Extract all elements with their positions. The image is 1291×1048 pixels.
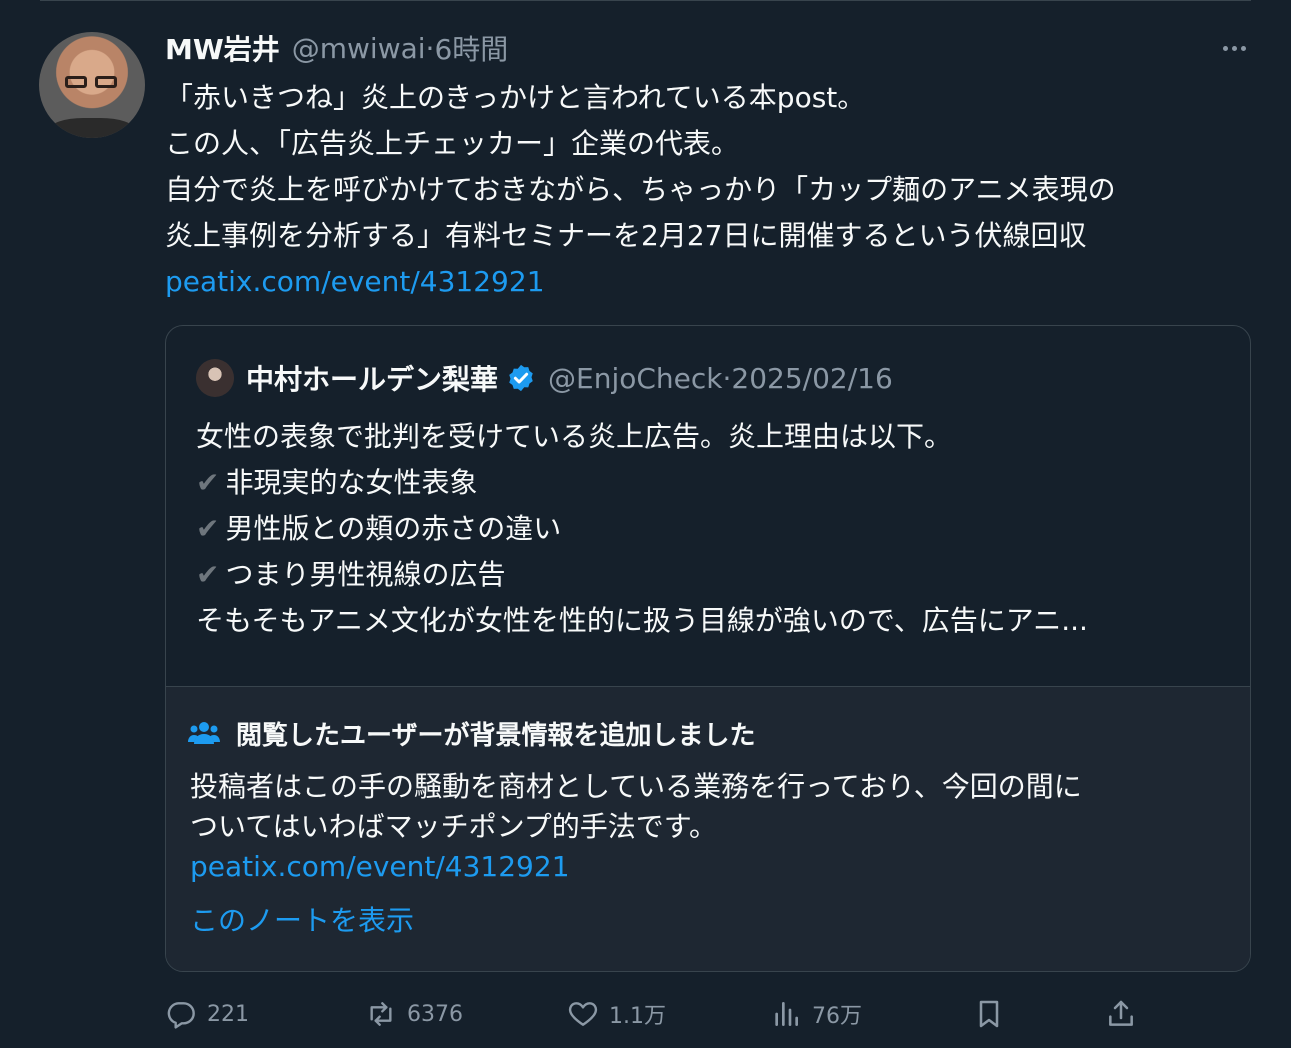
note-title-text: 閲覧したユーザーが背景情報を追加しました bbox=[236, 720, 756, 751]
quote-author-handle[interactable]: @EnjoCheck bbox=[548, 362, 722, 395]
bullet-text: 男性版との頬の赤さの違い bbox=[225, 512, 562, 545]
repost-icon bbox=[370, 1002, 392, 1026]
check-mark-icon: ✔ bbox=[196, 466, 220, 499]
quote-header: 中村ホールデン梨華 @EnjoCheck · 2025/02/16 bbox=[196, 358, 893, 398]
divider bbox=[40, 0, 1251, 1]
glasses-decoration bbox=[65, 76, 121, 88]
note-link[interactable]: peatix.com/event/4312921 bbox=[190, 847, 1230, 887]
more-options-icon[interactable] bbox=[1214, 34, 1254, 62]
quote-bullet: ✔ 男性版との頬の赤さの違い bbox=[196, 506, 1226, 552]
bullet-text: 非現実的な女性表象 bbox=[225, 466, 478, 499]
show-note-link[interactable]: このノートを表示 bbox=[190, 899, 414, 939]
repost-button[interactable]: 6376 bbox=[365, 992, 463, 1036]
people-icon bbox=[188, 722, 220, 744]
tweet-line: この人、「広告炎上チェッカー」企業の代表。 bbox=[165, 127, 740, 160]
quoted-tweet[interactable]: 中村ホールデン梨華 @EnjoCheck · 2025/02/16 女性の表象で… bbox=[165, 325, 1251, 972]
tweet-line: 炎上事例を分析する」有料セミナーを2月27日に開催するという伏線回収 bbox=[165, 219, 1087, 252]
quote-avatar[interactable] bbox=[196, 359, 234, 397]
reply-button[interactable]: 221 bbox=[165, 992, 249, 1036]
separator-dot: · bbox=[722, 361, 732, 395]
like-count: 1.1万 bbox=[609, 1004, 666, 1029]
reply-icon bbox=[167, 1002, 195, 1029]
author-name[interactable]: MW岩井 bbox=[165, 28, 280, 68]
timestamp[interactable]: 6時間 bbox=[434, 28, 508, 68]
like-button[interactable]: 1.1万 bbox=[567, 992, 666, 1036]
quote-text: 女性の表象で批判を受けている炎上広告。炎上理由は以下。 ✔ 非現実的な女性表象 ✔… bbox=[196, 414, 1226, 644]
repost-count: 6376 bbox=[407, 1001, 463, 1027]
share-button[interactable] bbox=[1105, 992, 1147, 1036]
action-bar: 221 6376 1.1万 76万 bbox=[165, 992, 1140, 1036]
check-mark-icon: ✔ bbox=[196, 558, 220, 591]
note-title: 閲覧したユーザーが背景情報を追加しました bbox=[188, 715, 755, 751]
bookmark-icon bbox=[979, 1000, 999, 1028]
tweet-line: 自分で炎上を呼びかけておきながら、ちゃっかり「カップ麺のアニメ表現の bbox=[165, 173, 1116, 206]
check-mark-icon: ✔ bbox=[196, 512, 220, 545]
community-note: 閲覧したユーザーが背景情報を追加しました 投稿者はこの手の騒動を商材としている業… bbox=[166, 686, 1250, 971]
tweet-line: 「赤いきつね」炎上のきっかけと言われている本post。 bbox=[165, 81, 866, 114]
avatar[interactable] bbox=[39, 32, 145, 138]
quote-intro: 女性の表象で批判を受けている炎上広告。炎上理由は以下。 bbox=[196, 420, 953, 453]
reply-count: 221 bbox=[207, 1001, 249, 1027]
views-button[interactable]: 76万 bbox=[770, 992, 862, 1036]
analytics-icon bbox=[775, 1002, 798, 1026]
bookmark-button[interactable] bbox=[973, 992, 1015, 1036]
bullet-text: つまり男性視線の広告 bbox=[225, 558, 506, 591]
quote-author-name[interactable]: 中村ホールデン梨華 bbox=[246, 358, 498, 398]
share-icon bbox=[1109, 1000, 1133, 1026]
tweet-header: MW岩井 @mwiwai · 6時間 bbox=[165, 28, 508, 68]
quote-bullet: ✔ つまり男性視線の広告 bbox=[196, 552, 1226, 598]
tweet-text: 「赤いきつね」炎上のきっかけと言われている本post。 この人、「広告炎上チェッ… bbox=[165, 75, 1255, 305]
note-text: 投稿者はこの手の騒動を商材としている業務を行っており、今回の間に ついてはいわば… bbox=[190, 767, 1230, 887]
separator-dot: · bbox=[425, 31, 435, 65]
quote-bullet: ✔ 非現実的な女性表象 bbox=[196, 460, 1226, 506]
quote-date[interactable]: 2025/02/16 bbox=[731, 362, 892, 395]
tweet-link[interactable]: peatix.com/event/4312921 bbox=[165, 259, 1255, 305]
heart-icon bbox=[568, 1002, 598, 1026]
author-handle[interactable]: @mwiwai bbox=[292, 32, 426, 65]
note-line: ついてはいわばマッチポンプ的手法です。 bbox=[190, 810, 717, 843]
note-line: 投稿者はこの手の騒動を商材としている業務を行っており、今回の間に bbox=[190, 770, 1082, 803]
shirt-decoration bbox=[49, 118, 135, 138]
view-count: 76万 bbox=[812, 1004, 862, 1029]
verified-badge-icon bbox=[509, 364, 533, 392]
quote-continuation: そもそもアニメ文化が女性を性的に扱う目線が強いので、広告にアニ... bbox=[196, 604, 1088, 637]
